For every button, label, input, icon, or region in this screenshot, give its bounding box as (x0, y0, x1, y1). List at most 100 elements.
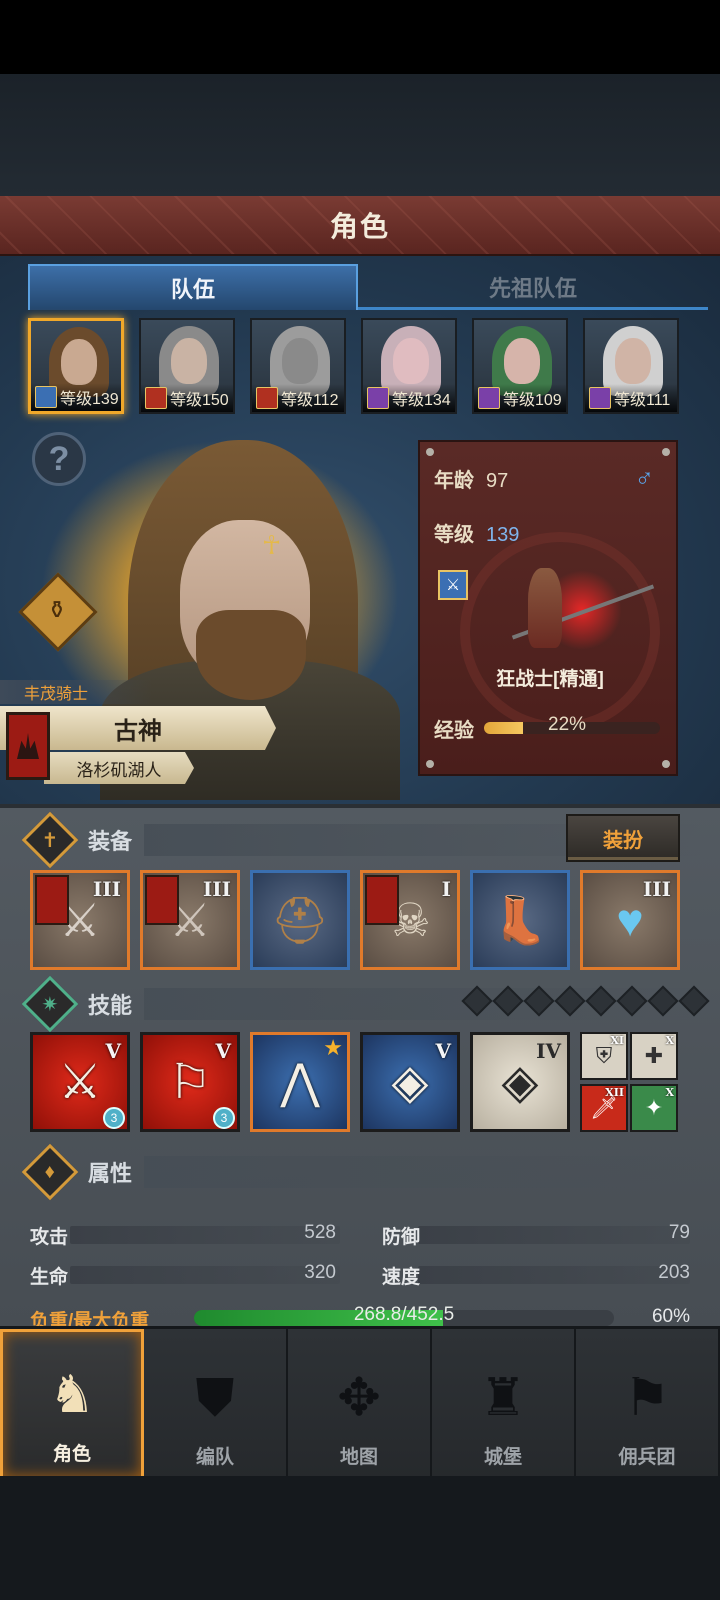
age-row: 年龄 97 (434, 464, 508, 493)
hero-level: 等级134 (392, 392, 451, 409)
passive-skill-slot[interactable]: 🗡 XII (580, 1084, 628, 1132)
star-icon: ★ (323, 1035, 343, 1060)
bottom-bar-background (0, 1476, 720, 1600)
staff-icon (367, 387, 389, 409)
hero-level: 等级111 (614, 392, 671, 409)
equipment-item-icon: ⛑ (270, 893, 330, 946)
skill-slot[interactable]: ⋀ ★ (250, 1032, 350, 1132)
passive-skill-slot[interactable]: ⛨ XI (580, 1032, 628, 1080)
level-label: 等级 (434, 524, 474, 546)
skill-slot[interactable]: ⚐ V 3 (140, 1032, 240, 1132)
skill-slot-dot (585, 985, 617, 1017)
skill-tier: X (665, 1034, 674, 1047)
defense-value: 79 (668, 1222, 690, 1243)
nav-label: 地图 (339, 1447, 378, 1468)
castle-icon: ♜ (479, 1369, 527, 1427)
speed-label: 速度 (382, 1267, 421, 1288)
skill-slot-dot (554, 985, 586, 1017)
hero-card[interactable]: 等级109 (472, 318, 568, 414)
weapon-slot-2[interactable]: ⚔ III (140, 870, 240, 970)
armor-slot[interactable]: ☠ I (360, 870, 460, 970)
flame-icon: ♦ (21, 1143, 79, 1201)
knight-title: 丰茂骑士 (0, 680, 152, 704)
nav-knight[interactable]: ♞ 角色 (0, 1329, 144, 1479)
faction-flag-icon (365, 875, 399, 925)
hero-card[interactable]: 等级139 (28, 318, 124, 414)
equipment-item-icon: 👢 (491, 893, 549, 946)
defense-label: 防御 (382, 1227, 421, 1248)
skill-slot-dot (616, 985, 648, 1017)
nav-mercenary[interactable]: ⚑ 佣兵团 (576, 1329, 720, 1479)
nav-castle[interactable]: ♜ 城堡 (432, 1329, 576, 1479)
top-bar-background (0, 74, 720, 196)
nav-label: 角色 (52, 1444, 91, 1465)
skill-tier: XII (605, 1086, 624, 1099)
skill-slot-dot (647, 985, 679, 1017)
dress-up-button[interactable]: 装扮 (566, 814, 680, 862)
gem-badge: 3 (213, 1107, 235, 1129)
hero-region: 洛杉矶湖人 (44, 752, 194, 784)
question-icon: ? (48, 439, 70, 478)
page-title: 角色 (329, 211, 390, 242)
sword-icon (35, 386, 57, 408)
nav-map[interactable]: ✥ 地图 (288, 1329, 432, 1479)
nav-label: 佣兵团 (618, 1447, 676, 1468)
hero-portrait-beard (196, 610, 306, 700)
info-card: 年龄 97 ♂ 等级 139 ⚔ 狂战士[精通] 经验 22% (418, 440, 678, 776)
skill-tier: IV (536, 1039, 561, 1063)
weapon-slot-1[interactable]: ⚔ III (30, 870, 130, 970)
nav-formation[interactable]: ⛊ 编队 (144, 1329, 288, 1479)
team-tabs: 队伍 先祖队伍 (28, 264, 708, 310)
potion-icon: ⚱ (46, 596, 68, 624)
skill-slot-dots (461, 985, 710, 1017)
level-value: 139 (486, 524, 520, 546)
helmet-slot[interactable]: ⛑ (250, 870, 350, 970)
hero-card[interactable]: 等级134 (361, 318, 457, 414)
berserker-figure (502, 550, 655, 660)
speed-value: 203 (658, 1262, 690, 1283)
hp-value: 320 (304, 1262, 336, 1283)
tab-team[interactable]: 队伍 (28, 264, 358, 310)
skill-slot[interactable]: ◈ V (360, 1032, 460, 1132)
passive-skill-slot[interactable]: ✦ X (630, 1084, 678, 1132)
attributes-title: 属性 (88, 1161, 133, 1186)
hero-card[interactable]: 等级150 (139, 318, 235, 414)
level-row: 等级 139 (434, 518, 519, 547)
hero-card[interactable]: 等级112 (250, 318, 346, 414)
skill-slot[interactable]: ◈ IV (470, 1032, 570, 1132)
boots-slot[interactable]: 👢 (470, 870, 570, 970)
exp-fill (484, 722, 523, 734)
faction-flag-icon (35, 875, 69, 925)
faction-banner-icon (6, 712, 50, 780)
game-screen: 角色 队伍 先祖队伍 等级 139 等级150 等级112 等级134 等级109 等级11… (0, 0, 720, 1600)
gem-badge: 3 (103, 1107, 125, 1129)
skill-slot-dot (461, 985, 493, 1017)
hero-level: 等级150 (170, 392, 229, 409)
item-tier: III (92, 877, 121, 901)
faction-flag-icon (145, 875, 179, 925)
hero-level: 等级109 (503, 392, 562, 409)
item-tier: III (642, 877, 671, 901)
age-value: 97 (486, 470, 509, 492)
skill-slot-dot (523, 985, 555, 1017)
bottom-nav: ♞ 角色 ⛊ 编队 ✥ 地图 ♜ 城堡 ⚑ 佣兵团 (0, 1326, 720, 1479)
male-icon: ♂ (634, 462, 655, 492)
help-button[interactable]: ? (32, 432, 86, 486)
attack-value: 528 (304, 1222, 336, 1243)
skill-slot-dot (678, 985, 710, 1017)
star-burst-icon: ✷ (21, 975, 79, 1033)
ankh-icon: ☥ (262, 530, 282, 560)
skill-tier: X (665, 1086, 674, 1099)
exp-percent: 22% (548, 714, 587, 735)
hero-card[interactable]: 等级111 (583, 318, 679, 414)
hero-level: 等级112 (281, 392, 339, 409)
mercenary-icon: ⚑ (623, 1369, 671, 1427)
attributes-header: ♦ 属性 (21, 1143, 704, 1201)
nav-label: 编队 (195, 1447, 234, 1468)
skill-slot-dot (492, 985, 524, 1017)
skill-tier: XI (610, 1034, 624, 1047)
amulet-slot[interactable]: ♥ III (580, 870, 680, 970)
passive-skill-slot[interactable]: ✚ X (630, 1032, 678, 1080)
skill-slot[interactable]: ⚔ V 3 (30, 1032, 130, 1132)
tab-ancestor-team[interactable]: 先祖队伍 (358, 264, 708, 310)
